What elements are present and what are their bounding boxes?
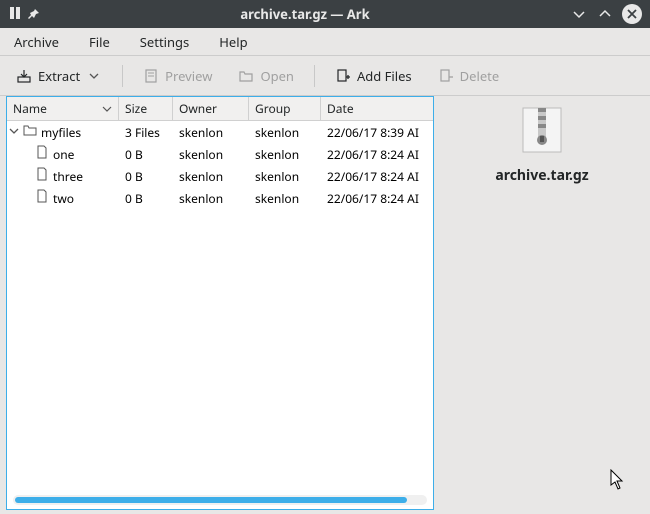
table-row[interactable]: myfiles3 Filesskenlonskenlon22/06/17 8:3… <box>7 121 433 143</box>
extract-button[interactable]: Extract <box>10 63 108 89</box>
file-icon <box>35 145 49 163</box>
row-name: three <box>53 168 83 185</box>
table-row[interactable]: one0 Bskenlonskenlon22/06/17 8:24 AI <box>7 143 433 165</box>
preview-button: Preview <box>137 63 218 89</box>
toolbar-separator <box>122 65 123 87</box>
extract-icon <box>16 68 32 84</box>
row-owner: skenlon <box>173 188 249 209</box>
row-group: skenlon <box>249 188 321 209</box>
open-button: Open <box>232 63 300 89</box>
menu-help[interactable]: Help <box>213 29 253 55</box>
column-size-label: Size <box>125 100 147 117</box>
row-date: 22/06/17 8:24 AI <box>321 166 433 187</box>
preview-icon <box>143 68 159 84</box>
delete-label: Delete <box>460 67 500 85</box>
menu-file[interactable]: File <box>83 29 116 55</box>
file-icon <box>35 189 49 207</box>
file-list-pane: Name Size Owner Group Date myfiles 3 File… <box>6 96 434 510</box>
table-row[interactable]: two0 Bskenlonskenlon22/06/17 8:24 AI <box>7 187 433 209</box>
column-owner-label: Owner <box>179 100 217 117</box>
pin-icon[interactable] <box>28 3 40 25</box>
row-date: 22/06/17 8:39 AI <box>321 122 433 143</box>
column-header-owner[interactable]: Owner <box>173 97 249 120</box>
row-name: one <box>53 146 74 163</box>
row-owner: skenlon <box>173 144 249 165</box>
column-name-label: Name <box>13 100 47 117</box>
extract-label: Extract <box>38 67 80 85</box>
window-bottom-border <box>0 510 650 514</box>
horizontal-scrollbar[interactable] <box>13 495 427 505</box>
chevron-down-icon <box>102 104 112 114</box>
menubar: Archive File Settings Help <box>0 28 650 56</box>
archive-icon <box>518 106 566 154</box>
menu-archive[interactable]: Archive <box>8 29 65 55</box>
row-name: myfiles <box>41 124 81 141</box>
row-size: 3 Files <box>119 122 173 143</box>
column-date-label: Date <box>327 100 354 117</box>
row-size: 0 B <box>119 188 173 209</box>
titlebar: archive.tar.gz — Ark <box>0 0 650 28</box>
expander-icon[interactable] <box>9 125 19 139</box>
open-folder-icon <box>238 68 254 84</box>
open-label: Open <box>260 67 294 85</box>
row-group: skenlon <box>249 144 321 165</box>
table-row[interactable]: three0 Bskenlonskenlon22/06/17 8:24 AI <box>7 165 433 187</box>
table-body[interactable]: myfiles3 Filesskenlonskenlon22/06/17 8:3… <box>7 121 433 493</box>
preview-pane: archive.tar.gz <box>434 96 650 510</box>
table-header: Name Size Owner Group Date <box>7 97 433 121</box>
row-date: 22/06/17 8:24 AI <box>321 188 433 209</box>
menu-settings[interactable]: Settings <box>134 29 195 55</box>
maximize-button[interactable] <box>596 5 614 23</box>
column-header-date[interactable]: Date <box>321 97 433 120</box>
delete-button: Delete <box>432 63 506 89</box>
chevron-down-icon[interactable] <box>86 68 102 84</box>
row-owner: skenlon <box>173 122 249 143</box>
folder-icon <box>23 123 37 141</box>
column-group-label: Group <box>255 100 291 117</box>
row-date: 22/06/17 8:24 AI <box>321 144 433 165</box>
add-files-icon <box>335 68 351 84</box>
window-title: archive.tar.gz — Ark <box>40 5 570 23</box>
row-size: 0 B <box>119 166 173 187</box>
delete-icon <box>438 68 454 84</box>
row-name: two <box>53 190 74 207</box>
file-icon <box>35 167 49 185</box>
toolbar: Extract Preview Open Add Files Delete <box>0 56 650 96</box>
add-files-button[interactable]: Add Files <box>329 63 418 89</box>
column-header-group[interactable]: Group <box>249 97 321 120</box>
scrollbar-thumb[interactable] <box>15 497 407 503</box>
row-group: skenlon <box>249 166 321 187</box>
row-owner: skenlon <box>173 166 249 187</box>
column-header-name[interactable]: Name <box>7 97 119 120</box>
preview-label: Preview <box>165 67 212 85</box>
row-group: skenlon <box>249 122 321 143</box>
toolbar-separator <box>314 65 315 87</box>
close-button[interactable] <box>622 4 642 24</box>
add-files-label: Add Files <box>357 67 412 85</box>
app-icon <box>8 3 22 25</box>
preview-filename: archive.tar.gz <box>495 166 588 185</box>
minimize-button[interactable] <box>570 5 588 23</box>
content-area: Name Size Owner Group Date myfiles 3 File… <box>0 96 650 510</box>
column-header-size[interactable]: Size <box>119 97 173 120</box>
row-size: 0 B <box>119 144 173 165</box>
